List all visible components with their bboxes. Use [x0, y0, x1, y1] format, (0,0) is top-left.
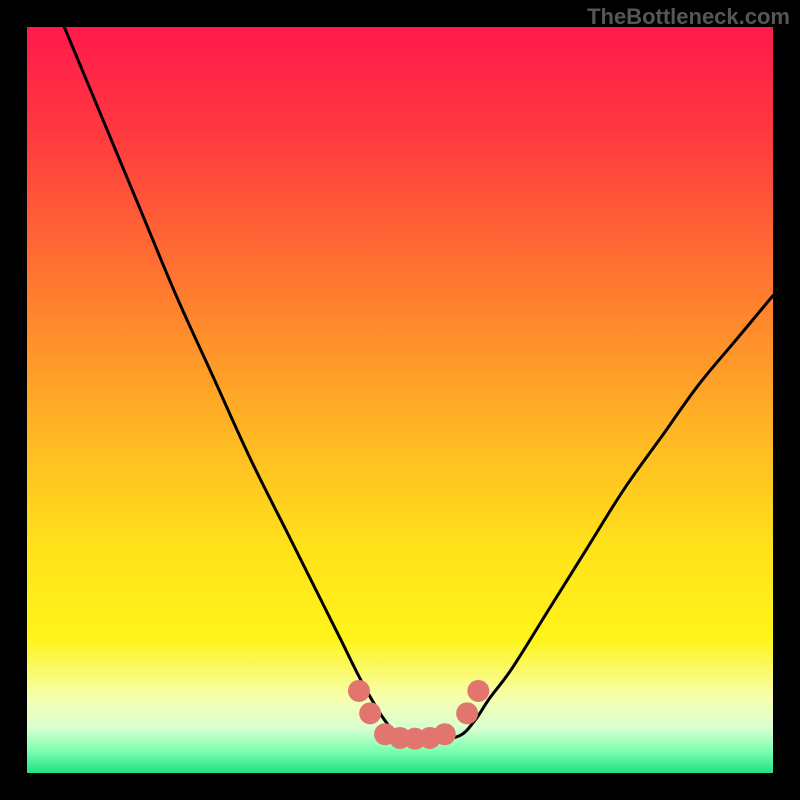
bottleneck-curve: [64, 27, 773, 740]
bead-marker: [456, 702, 478, 724]
curve-layer: [27, 27, 773, 773]
bead-marker: [434, 723, 456, 745]
plot-area: [27, 27, 773, 773]
watermark-text: TheBottleneck.com: [587, 4, 790, 30]
bead-marker: [348, 680, 370, 702]
bead-marker: [467, 680, 489, 702]
chart-frame: TheBottleneck.com: [0, 0, 800, 800]
bottom-beads-group: [348, 680, 489, 750]
bead-marker: [359, 702, 381, 724]
